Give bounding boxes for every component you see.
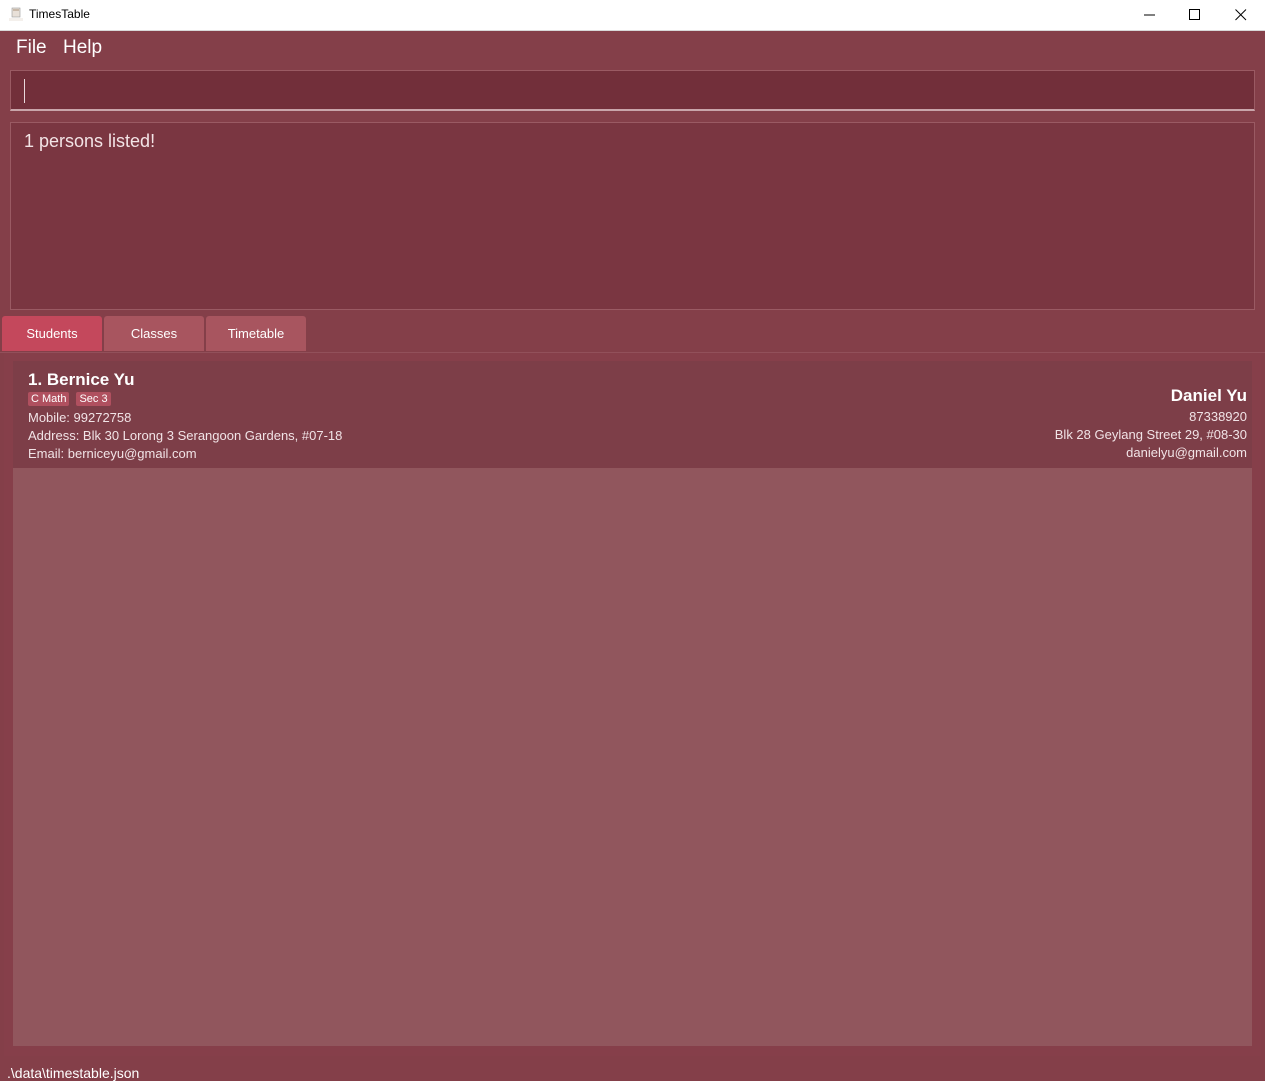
window-title: TimesTable (29, 7, 90, 21)
text-caret (24, 79, 25, 103)
status-bar: .\data\timestable.json (0, 1060, 1265, 1081)
student-name: 1. Bernice Yu (28, 370, 135, 389)
window-titlebar: TimesTable (0, 0, 1265, 31)
menu-bar: File Help (0, 31, 1265, 65)
command-input[interactable] (10, 70, 1255, 111)
guardian-address: Blk 28 Geylang Street 29, #08-30 (1054, 427, 1247, 442)
tab-students[interactable]: Students (2, 316, 102, 351)
app-icon (9, 7, 23, 21)
student-email: Email: berniceyu@gmail.com (28, 446, 197, 461)
student-list: 1. Bernice Yu C Math Sec 3 Mobile: 99272… (4, 353, 1261, 1056)
minimize-button[interactable] (1127, 0, 1173, 30)
menu-file[interactable]: File (16, 37, 47, 59)
save-location: .\data\timestable.json (7, 1065, 140, 1081)
guardian-email: danielyu@gmail.com (1126, 445, 1247, 460)
guardian-phone: 87338920 (1189, 409, 1247, 424)
tab-classes[interactable]: Classes (104, 316, 204, 351)
list-empty-space (13, 468, 1252, 1046)
tag-label: C Math (28, 392, 70, 406)
student-address: Address: Blk 30 Lorong 3 Serangoon Garde… (28, 428, 343, 443)
student-tags: C Math Sec 3 (28, 392, 111, 406)
student-card[interactable]: 1. Bernice Yu C Math Sec 3 Mobile: 99272… (13, 361, 1252, 468)
close-icon (1235, 9, 1247, 21)
tab-timetable[interactable]: Timetable (206, 316, 306, 351)
result-display: 1 persons listed! (10, 122, 1255, 310)
student-mobile: Mobile: 99272758 (28, 410, 132, 425)
result-text: 1 persons listed! (24, 131, 156, 151)
close-button[interactable] (1218, 0, 1264, 30)
menu-help[interactable]: Help (63, 37, 102, 59)
tab-bar: Students Classes Timetable (0, 316, 1265, 353)
tag-label: Sec 3 (76, 392, 111, 406)
minimize-icon (1144, 14, 1155, 16)
maximize-button[interactable] (1172, 0, 1218, 30)
maximize-icon (1189, 9, 1200, 20)
guardian-name: Daniel Yu (1170, 386, 1247, 405)
